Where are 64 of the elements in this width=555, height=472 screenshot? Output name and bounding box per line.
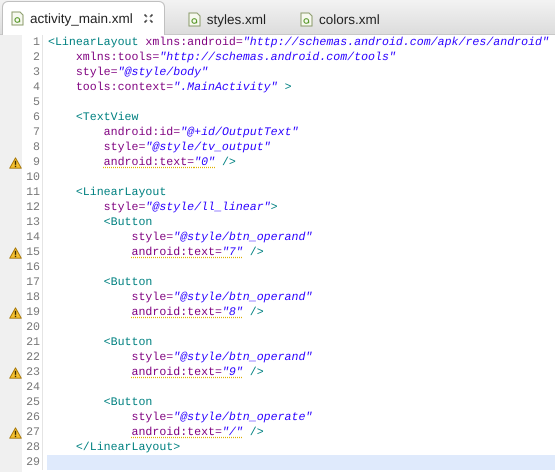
code-line: style="@style/btn_operand" (130, 351, 312, 364)
code-line: <LinearLayout (74, 186, 166, 199)
line-number: 3 (32, 66, 41, 79)
code-line: xmlns:tools="http://schemas.android.com/tools" (74, 51, 396, 64)
file-icon (11, 11, 24, 26)
line-number: 25 (25, 396, 41, 409)
line-number: 15 (25, 246, 41, 259)
code-line: android:text="7" /> (130, 246, 264, 259)
code-line: android:id="@+id/OutputText" (102, 126, 298, 139)
code-line: <Button (102, 336, 152, 349)
file-icon (300, 12, 314, 26)
code-line: <Button (102, 216, 152, 229)
line-number: 20 (25, 321, 41, 334)
line-number: 19 (25, 306, 41, 319)
code-line: <Button (102, 276, 152, 289)
code-line: style="@style/btn_operate" (130, 411, 312, 424)
line-number: 22 (25, 351, 41, 364)
code-line: tools:context=".MainActivity" > (74, 81, 292, 94)
warning-icon[interactable] (9, 426, 22, 438)
line-number: 24 (25, 381, 41, 394)
warning-icon[interactable] (9, 246, 22, 258)
code-line: style="@style/btn_operand" (130, 231, 312, 244)
editor-tab[interactable]: activity_main.xml (2, 1, 165, 35)
line-number: 6 (32, 111, 41, 124)
line-number: 29 (25, 456, 41, 469)
code-line: android:text="8" /> (130, 306, 264, 319)
code-line: android:text="/" /> (130, 426, 264, 439)
line-number: 8 (32, 141, 41, 154)
editor-tab[interactable]: colors.xml (291, 3, 391, 34)
code-line: style="@style/btn_operand" (130, 291, 312, 304)
line-number: 11 (25, 186, 41, 199)
code-line: <LinearLayout xmlns:android="http://schemas.android.com/apk/res/android" (48, 36, 549, 49)
line-number: 5 (32, 96, 41, 109)
line-number: 12 (25, 201, 41, 214)
line-number: 9 (32, 156, 41, 169)
line-number: 7 (32, 126, 41, 139)
file-icon (188, 12, 201, 26)
line-number: 17 (25, 276, 41, 289)
line-number: 23 (25, 366, 41, 379)
code-line: android:text="0" /> (102, 156, 236, 169)
code-line: </LinearLayout> (74, 441, 180, 454)
warning-icon[interactable] (9, 156, 22, 168)
line-number: 13 (25, 216, 41, 229)
line-number: 27 (25, 426, 41, 439)
close-icon[interactable] (142, 13, 154, 24)
code-line: android:text="9" /> (130, 366, 264, 379)
warning-icon[interactable] (9, 366, 22, 378)
line-number: 4 (32, 81, 41, 94)
code-line: style="@style/tv_output" (102, 141, 271, 154)
line-number: 14 (25, 231, 41, 244)
line-number: 26 (25, 411, 41, 424)
line-number: 28 (25, 441, 41, 454)
code-line: <Button (102, 396, 152, 409)
line-number: 1 (32, 36, 41, 49)
editor-tab[interactable]: styles.xml (178, 3, 278, 34)
line-number: 18 (25, 291, 41, 304)
line-number: 21 (25, 336, 41, 349)
line-number: 16 (25, 261, 41, 274)
code-line: style="@style/body" (74, 66, 208, 79)
warning-icon[interactable] (9, 306, 22, 318)
code-line: <TextView (74, 111, 138, 124)
line-number: 10 (25, 171, 41, 184)
code-line: style="@style/ll_linear"> (102, 201, 278, 214)
line-number: 2 (32, 51, 41, 64)
